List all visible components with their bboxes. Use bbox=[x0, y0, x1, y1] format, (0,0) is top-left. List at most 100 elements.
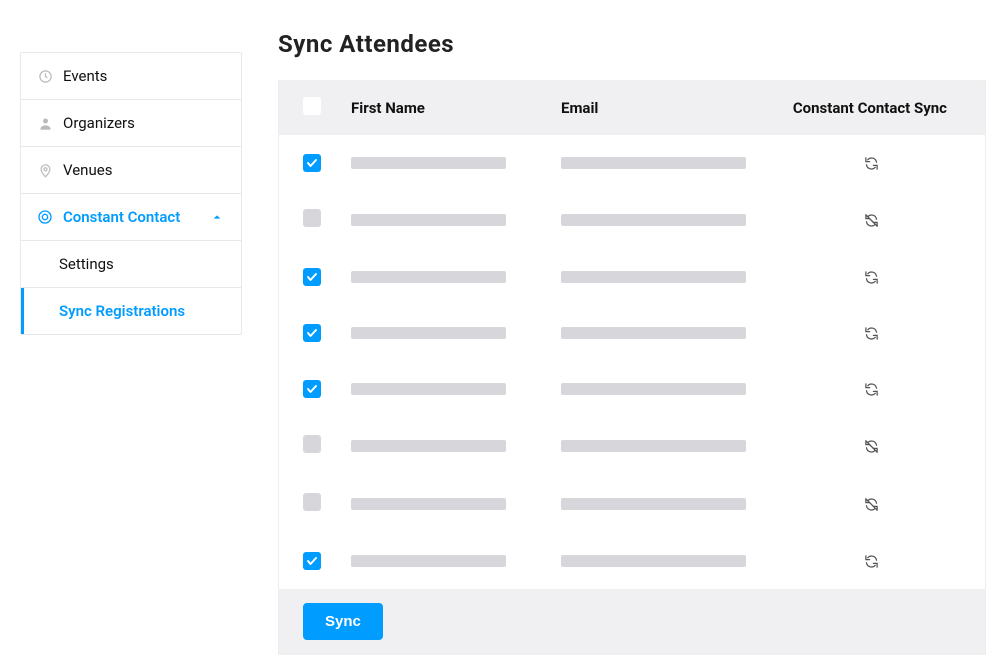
sidebar-sub-sync-registrations[interactable]: Sync Registrations bbox=[21, 288, 241, 334]
row-checkbox-cell bbox=[303, 493, 351, 515]
sidebar-item-label: Constant Contact bbox=[63, 208, 180, 226]
page-title: Sync Attendees bbox=[278, 30, 986, 58]
email-cell bbox=[561, 383, 781, 395]
row-checkbox[interactable] bbox=[303, 268, 321, 286]
select-all-checkbox[interactable] bbox=[303, 97, 321, 115]
sync-enabled-icon bbox=[861, 379, 881, 399]
table-row bbox=[279, 417, 985, 475]
email-cell bbox=[561, 271, 781, 283]
row-checkbox-cell bbox=[303, 268, 351, 287]
sidebar: Events Organizers Venues Constant Contac… bbox=[20, 52, 242, 335]
email-cell bbox=[561, 498, 781, 510]
first-name-cell bbox=[351, 157, 561, 169]
email-placeholder bbox=[561, 383, 746, 395]
table-row bbox=[279, 191, 985, 249]
header-checkbox-cell bbox=[303, 97, 351, 119]
table-header-row: First Name Email Constant Contact Sync bbox=[279, 81, 985, 135]
email-placeholder bbox=[561, 327, 746, 339]
sync-status-cell bbox=[781, 436, 961, 456]
main-content: Sync Attendees First Name Email Constant… bbox=[278, 30, 986, 637]
table-row bbox=[279, 361, 985, 417]
first-name-cell bbox=[351, 498, 561, 510]
calendar-icon bbox=[37, 68, 53, 84]
row-checkbox-cell bbox=[303, 380, 351, 399]
first-name-placeholder bbox=[351, 327, 506, 339]
sync-status-cell bbox=[781, 267, 961, 287]
row-checkbox-cell bbox=[303, 209, 351, 231]
row-checkbox[interactable] bbox=[303, 493, 321, 511]
email-placeholder bbox=[561, 157, 746, 169]
sync-status-cell bbox=[781, 323, 961, 343]
first-name-placeholder bbox=[351, 214, 506, 226]
first-name-cell bbox=[351, 214, 561, 226]
table-row bbox=[279, 305, 985, 361]
row-checkbox[interactable] bbox=[303, 324, 321, 342]
pin-icon bbox=[37, 162, 53, 178]
first-name-placeholder bbox=[351, 157, 506, 169]
table-body bbox=[279, 135, 985, 589]
sync-disabled-icon bbox=[861, 494, 881, 514]
sidebar-item-label: Venues bbox=[63, 161, 112, 179]
sidebar-item-events[interactable]: Events bbox=[21, 53, 241, 100]
first-name-placeholder bbox=[351, 440, 506, 452]
sync-status-cell bbox=[781, 551, 961, 571]
sidebar-item-constant-contact[interactable]: Constant Contact bbox=[21, 194, 241, 241]
sidebar-item-organizers[interactable]: Organizers bbox=[21, 100, 241, 147]
row-checkbox-cell bbox=[303, 435, 351, 457]
header-email: Email bbox=[561, 99, 781, 117]
table-row bbox=[279, 135, 985, 191]
sync-disabled-icon bbox=[861, 436, 881, 456]
row-checkbox[interactable] bbox=[303, 209, 321, 227]
row-checkbox[interactable] bbox=[303, 154, 321, 172]
target-icon bbox=[37, 209, 53, 225]
sync-button[interactable]: Sync bbox=[303, 603, 383, 640]
sync-disabled-icon bbox=[861, 210, 881, 230]
email-placeholder bbox=[561, 440, 746, 452]
sync-status-cell bbox=[781, 494, 961, 514]
row-checkbox-cell bbox=[303, 324, 351, 343]
first-name-cell bbox=[351, 383, 561, 395]
row-checkbox-cell bbox=[303, 154, 351, 173]
first-name-placeholder bbox=[351, 555, 506, 567]
sync-enabled-icon bbox=[861, 267, 881, 287]
sync-status-cell bbox=[781, 210, 961, 230]
sync-status-cell bbox=[781, 379, 961, 399]
sidebar-item-label: Events bbox=[63, 67, 107, 85]
first-name-cell bbox=[351, 555, 561, 567]
row-checkbox[interactable] bbox=[303, 552, 321, 570]
person-icon bbox=[37, 115, 53, 131]
first-name-cell bbox=[351, 440, 561, 452]
first-name-placeholder bbox=[351, 498, 506, 510]
email-cell bbox=[561, 555, 781, 567]
header-sync: Constant Contact Sync bbox=[781, 99, 961, 117]
email-cell bbox=[561, 440, 781, 452]
email-cell bbox=[561, 157, 781, 169]
sidebar-sub-label: Settings bbox=[59, 255, 114, 273]
table-footer: Sync bbox=[279, 589, 985, 654]
first-name-cell bbox=[351, 327, 561, 339]
sidebar-sub-label: Sync Registrations bbox=[59, 302, 185, 320]
sidebar-item-label: Organizers bbox=[63, 114, 135, 132]
table-row bbox=[279, 249, 985, 305]
chevron-up-icon bbox=[209, 209, 225, 225]
email-placeholder bbox=[561, 498, 746, 510]
table-row bbox=[279, 533, 985, 589]
first-name-placeholder bbox=[351, 271, 506, 283]
email-cell bbox=[561, 327, 781, 339]
sidebar-sub-settings[interactable]: Settings bbox=[21, 241, 241, 288]
email-placeholder bbox=[561, 271, 746, 283]
sync-enabled-icon bbox=[861, 323, 881, 343]
row-checkbox-cell bbox=[303, 552, 351, 571]
email-placeholder bbox=[561, 214, 746, 226]
first-name-placeholder bbox=[351, 383, 506, 395]
table-row bbox=[279, 475, 985, 533]
row-checkbox[interactable] bbox=[303, 435, 321, 453]
sidebar-item-venues[interactable]: Venues bbox=[21, 147, 241, 194]
row-checkbox[interactable] bbox=[303, 380, 321, 398]
sync-status-cell bbox=[781, 153, 961, 173]
first-name-cell bbox=[351, 271, 561, 283]
sync-enabled-icon bbox=[861, 153, 881, 173]
attendees-table: First Name Email Constant Contact Sync S… bbox=[278, 80, 986, 655]
email-cell bbox=[561, 214, 781, 226]
sync-enabled-icon bbox=[861, 551, 881, 571]
